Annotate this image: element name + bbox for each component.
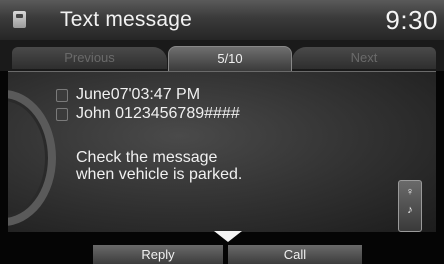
phone-icon bbox=[13, 11, 26, 28]
speaker-mute-icon: ♪ bbox=[407, 204, 413, 216]
contact-icon bbox=[56, 108, 68, 121]
decorative-arc bbox=[8, 90, 56, 226]
message-body: Check the message when vehicle is parked… bbox=[76, 149, 242, 183]
title-bar: Text message 9:30 bbox=[0, 0, 444, 41]
tab-row: Previous 5/10 Next bbox=[0, 40, 444, 71]
message-sender: John 0123456789#### bbox=[76, 105, 240, 122]
scroll-down-arrow-icon[interactable] bbox=[214, 231, 242, 242]
page-title: Text message bbox=[60, 8, 192, 31]
tab-next[interactable]: Next bbox=[292, 47, 436, 69]
calendar-icon bbox=[56, 89, 68, 102]
voice-readout-button[interactable]: ♀ ♪ bbox=[398, 180, 422, 232]
message-date-time: June07'03:47 PM bbox=[76, 86, 201, 103]
voice-icon: ♀ bbox=[405, 186, 415, 198]
message-body-line1: Check the message bbox=[76, 149, 218, 166]
clock: 9:30 bbox=[385, 5, 438, 35]
message-body-line2: when vehicle is parked. bbox=[76, 166, 243, 183]
tab-previous[interactable]: Previous bbox=[12, 47, 167, 69]
message-panel: June07'03:47 PM John 0123456789#### Chec… bbox=[8, 71, 436, 232]
call-button[interactable]: Call bbox=[228, 245, 362, 264]
reply-button[interactable]: Reply bbox=[93, 245, 223, 264]
tab-page-indicator: 5/10 bbox=[168, 46, 292, 71]
